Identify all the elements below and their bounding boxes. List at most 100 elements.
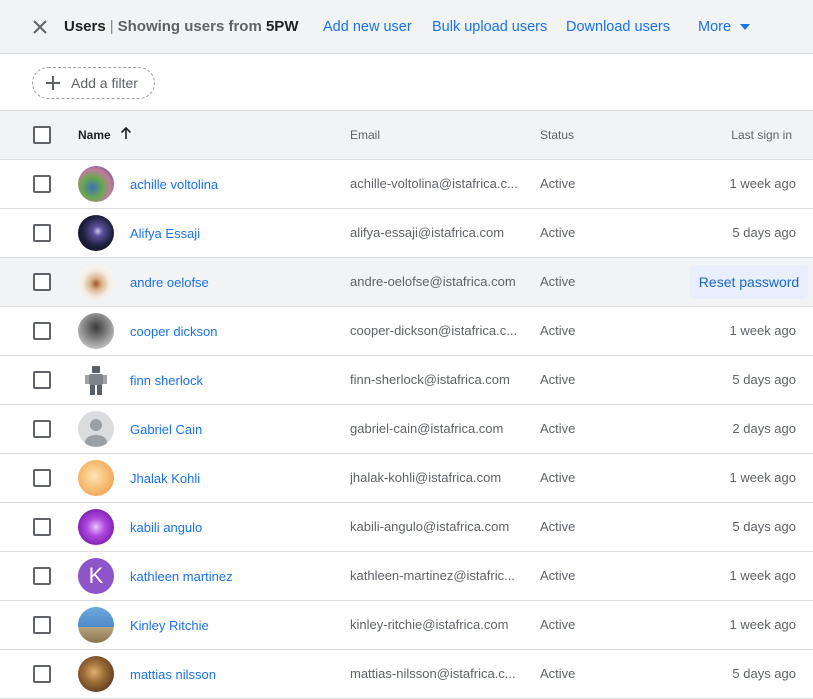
user-last-sign-in: 1 week ago bbox=[729, 323, 797, 338]
user-email: andre-oelofse@istafrica.com bbox=[350, 274, 516, 289]
user-status: Active bbox=[540, 519, 576, 534]
user-table-body: achille voltolina achille-voltolina@ista… bbox=[0, 160, 813, 699]
user-last-sign-in: 5 days ago bbox=[732, 519, 796, 534]
title-org: 5PW bbox=[265, 18, 299, 35]
title-users: Users bbox=[64, 18, 106, 35]
row-checkbox[interactable] bbox=[33, 175, 51, 193]
user-status: Active bbox=[540, 617, 576, 632]
user-email: kinley-ritchie@istafrica.com bbox=[350, 617, 509, 632]
column-header-status: Status bbox=[540, 128, 575, 142]
table-row[interactable]: andre oelofse andre-oelofse@istafrica.co… bbox=[0, 258, 813, 307]
user-last-sign-in: 2 days ago bbox=[732, 421, 796, 436]
column-header-last-sign-in: Last sign in bbox=[731, 128, 792, 142]
user-name-link[interactable]: cooper dickson bbox=[130, 324, 217, 339]
more-button[interactable]: More bbox=[698, 19, 731, 35]
user-email: achille-voltolina@istafrica.c... bbox=[350, 176, 518, 191]
table-row[interactable]: mattias nilsson mattias-nilsson@istafric… bbox=[0, 650, 813, 699]
close-icon[interactable] bbox=[28, 15, 52, 39]
select-all-checkbox[interactable] bbox=[33, 126, 51, 144]
column-header-name[interactable]: Name bbox=[78, 128, 111, 142]
row-checkbox[interactable] bbox=[33, 420, 51, 438]
user-name-link[interactable]: Kinley Ritchie bbox=[130, 618, 209, 633]
user-status: Active bbox=[540, 470, 576, 485]
avatar bbox=[78, 362, 114, 398]
table-row[interactable]: achille voltolina achille-voltolina@ista… bbox=[0, 160, 813, 209]
table-row[interactable]: cooper dickson cooper-dickson@istafrica.… bbox=[0, 307, 813, 356]
user-name-link[interactable]: mattias nilsson bbox=[130, 667, 216, 682]
user-last-sign-in: 1 week ago bbox=[729, 568, 797, 583]
table-row[interactable]: K kathleen martinez kathleen-martinez@is… bbox=[0, 552, 813, 601]
table-header: Name Email Status Last sign in bbox=[0, 111, 813, 160]
user-status: Active bbox=[540, 176, 576, 191]
user-email: mattias-nilsson@istafrica.c... bbox=[350, 666, 516, 681]
avatar bbox=[78, 509, 114, 545]
user-email: kathleen-martinez@istafric... bbox=[350, 568, 515, 583]
table-row[interactable]: Alifya Essaji alifya-essaji@istafrica.co… bbox=[0, 209, 813, 258]
user-name-link[interactable]: Gabriel Cain bbox=[130, 422, 202, 437]
user-email: cooper-dickson@istafrica.c... bbox=[350, 323, 518, 338]
dropdown-arrow-icon[interactable] bbox=[740, 24, 750, 30]
table-row[interactable]: Gabriel Cain gabriel-cain@istafrica.com … bbox=[0, 405, 813, 454]
avatar bbox=[78, 607, 114, 643]
avatar bbox=[78, 313, 114, 349]
user-email: kabili-angulo@istafrica.com bbox=[350, 519, 510, 534]
user-status: Active bbox=[540, 568, 576, 583]
user-last-sign-in: 5 days ago bbox=[732, 372, 796, 387]
table-row[interactable]: finn sherlock finn-sherlock@istafrica.co… bbox=[0, 356, 813, 405]
user-status: Active bbox=[540, 274, 576, 289]
row-checkbox[interactable] bbox=[33, 567, 51, 585]
row-checkbox[interactable] bbox=[33, 371, 51, 389]
user-status: Active bbox=[540, 666, 576, 681]
user-email: gabriel-cain@istafrica.com bbox=[350, 421, 504, 436]
user-status: Active bbox=[540, 372, 576, 387]
row-checkbox[interactable] bbox=[33, 224, 51, 242]
row-checkbox[interactable] bbox=[33, 518, 51, 536]
add-filter-label: Add a filter bbox=[71, 75, 138, 91]
column-header-email: Email bbox=[350, 128, 381, 142]
user-email: finn-sherlock@istafrica.com bbox=[350, 372, 510, 387]
user-last-sign-in: 1 week ago bbox=[729, 176, 797, 191]
row-checkbox[interactable] bbox=[33, 273, 51, 291]
user-last-sign-in: 1 week ago bbox=[729, 617, 797, 632]
user-last-sign-in: 5 days ago bbox=[732, 666, 796, 681]
user-email: alifya-essaji@istafrica.com bbox=[350, 225, 505, 240]
avatar bbox=[78, 411, 114, 447]
avatar: K bbox=[78, 558, 114, 594]
add-filter-button[interactable]: Add a filter bbox=[32, 67, 155, 99]
title-separator: | bbox=[109, 18, 114, 35]
top-bar: Users | Showing users from 5PW Add new use… bbox=[0, 0, 813, 54]
user-status: Active bbox=[540, 323, 576, 338]
plus-icon bbox=[46, 76, 60, 90]
row-checkbox[interactable] bbox=[33, 616, 51, 634]
row-checkbox[interactable] bbox=[33, 665, 51, 683]
avatar bbox=[78, 166, 114, 202]
user-name-link[interactable]: finn sherlock bbox=[130, 373, 203, 388]
user-name-link[interactable]: Jhalak Kohli bbox=[130, 471, 200, 486]
user-name-link[interactable]: achille voltolina bbox=[130, 177, 218, 192]
add-new-user-link[interactable]: Add new user bbox=[323, 19, 412, 35]
row-checkbox[interactable] bbox=[33, 469, 51, 487]
download-users-link[interactable]: Download users bbox=[566, 19, 670, 35]
user-last-sign-in: 5 days ago bbox=[732, 225, 796, 240]
avatar bbox=[78, 215, 114, 251]
arrow-up-icon[interactable] bbox=[120, 126, 132, 140]
row-checkbox[interactable] bbox=[33, 322, 51, 340]
bulk-upload-users-link[interactable]: Bulk upload users bbox=[432, 19, 547, 35]
table-row[interactable]: Kinley Ritchie kinley-ritchie@istafrica.… bbox=[0, 601, 813, 650]
user-last-sign-in: 1 week ago bbox=[729, 470, 797, 485]
user-status: Active bbox=[540, 225, 576, 240]
table-row[interactable]: Jhalak Kohli jhalak-kohli@istafrica.com … bbox=[0, 454, 813, 503]
reset-password-button[interactable]: Reset password bbox=[690, 265, 808, 299]
avatar bbox=[78, 460, 114, 496]
avatar bbox=[78, 264, 114, 300]
avatar bbox=[78, 656, 114, 692]
title-subtitle: Showing users from bbox=[117, 18, 262, 35]
table-row[interactable]: kabili angulo kabili-angulo@istafrica.co… bbox=[0, 503, 813, 552]
user-status: Active bbox=[540, 421, 576, 436]
user-name-link[interactable]: kathleen martinez bbox=[130, 569, 233, 584]
user-name-link[interactable]: andre oelofse bbox=[130, 275, 209, 290]
user-email: jhalak-kohli@istafrica.com bbox=[350, 470, 502, 485]
user-name-link[interactable]: kabili angulo bbox=[130, 520, 202, 535]
page-title: Users | Showing users from 5PW bbox=[64, 18, 298, 35]
user-name-link[interactable]: Alifya Essaji bbox=[130, 226, 200, 241]
